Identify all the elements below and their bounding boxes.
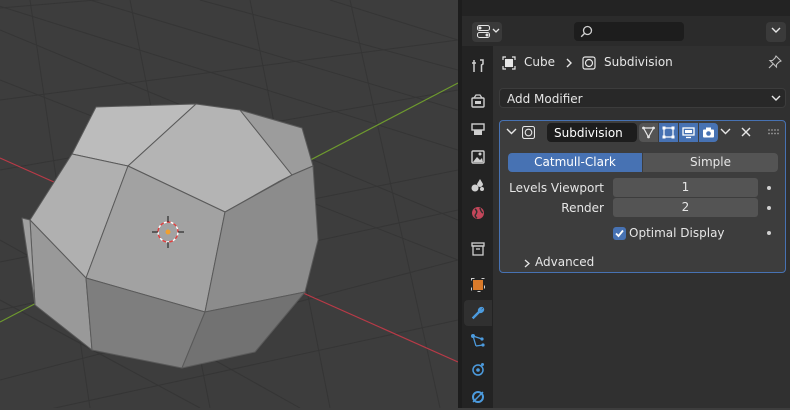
advanced-subpanel-header[interactable]: Advanced (535, 255, 594, 269)
modifier-subdivision-icon (522, 126, 535, 139)
tab-particles[interactable] (464, 328, 492, 354)
viewport-display-toggle[interactable] (679, 123, 698, 142)
cube-mesh[interactable] (21, 103, 319, 369)
tab-scene[interactable] (464, 172, 492, 198)
view-layer-icon (471, 150, 485, 164)
pin-icon[interactable] (768, 55, 782, 69)
optimal-display-label: Optimal Display (629, 226, 725, 240)
modifier-name: Subdivision (554, 126, 623, 140)
tab-modifiers[interactable] (464, 300, 492, 326)
tab-output[interactable] (464, 116, 492, 142)
chevron-right-icon (566, 58, 572, 68)
scene-icon (471, 179, 484, 192)
world-icon (472, 207, 484, 219)
tab-render[interactable] (464, 88, 492, 114)
subdivision-algorithm-selector: Catmull-Clark Simple (508, 153, 778, 172)
editor-type-button[interactable] (472, 22, 502, 42)
chevron-down-icon (492, 28, 500, 33)
edit-mode-toggle[interactable] (659, 123, 678, 142)
add-modifier-label: Add Modifier (507, 92, 583, 106)
object-square-icon (502, 56, 516, 70)
drag-handle-icon[interactable] (768, 129, 780, 135)
render-toggle[interactable] (699, 123, 718, 142)
tab-object[interactable] (464, 272, 492, 298)
keyframe-dot[interactable] (767, 206, 771, 210)
properties-tab-bar (462, 46, 493, 408)
render-levels-label: Render (561, 201, 604, 215)
keyframe-dot[interactable] (767, 231, 771, 235)
keyframe-dot[interactable] (767, 186, 771, 190)
modifier-name-field[interactable]: Subdivision (547, 123, 637, 142)
chevron-down-icon[interactable] (720, 128, 731, 136)
levels-viewport-row: Levels Viewport 1 (500, 178, 785, 197)
object-icon (471, 278, 485, 292)
chevron-down-icon[interactable] (506, 127, 517, 136)
breadcrumb-modifier: Subdivision (604, 55, 673, 69)
optimal-display-checkbox[interactable] (613, 227, 626, 240)
physics-icon (472, 363, 484, 376)
search-icon (580, 25, 593, 38)
render-levels-row: Render 2 (500, 198, 785, 217)
render-icon (471, 94, 485, 108)
tool-icon (472, 59, 484, 72)
search-input[interactable] (574, 22, 684, 41)
tab-world[interactable] (464, 200, 492, 226)
particles-icon (471, 334, 485, 347)
properties-editor-icon (477, 25, 490, 38)
chevron-down-icon (771, 27, 781, 33)
vertex-triangle-icon (642, 126, 655, 139)
properties-top-strip (462, 0, 790, 16)
properties-content: Cube Subdivision Add Modifier Subdivisio… (493, 46, 790, 408)
chevron-down-icon (771, 95, 781, 101)
monitor-icon (682, 127, 695, 139)
chevron-right-icon[interactable] (524, 259, 530, 268)
modifier-panel-subdivision: Subdivision Catmull-Clark Simple Levels … (499, 120, 786, 273)
tab-tool[interactable] (464, 53, 492, 79)
simple-option[interactable]: Simple (643, 153, 778, 172)
tab-collection[interactable] (464, 236, 492, 262)
catmull-clark-option[interactable]: Catmull-Clark (508, 153, 642, 172)
add-modifier-dropdown[interactable]: Add Modifier (499, 88, 786, 108)
render-levels-field[interactable]: 2 (613, 198, 758, 217)
viewport-scene (0, 0, 458, 408)
constraints-icon (472, 391, 484, 403)
properties-editor: Cube Subdivision Add Modifier Subdivisio… (462, 0, 790, 408)
tab-physics[interactable] (464, 356, 492, 382)
collection-icon (471, 242, 485, 256)
levels-viewport-field[interactable]: 1 (613, 178, 758, 197)
on-cage-toggle[interactable] (639, 123, 658, 142)
close-icon[interactable] (741, 127, 751, 137)
tab-constraints[interactable] (464, 384, 492, 410)
checkmark-icon (615, 229, 624, 238)
tab-view-layer[interactable] (464, 144, 492, 170)
3d-viewport[interactable] (0, 0, 458, 408)
camera-icon (703, 127, 714, 138)
levels-viewport-label: Levels Viewport (509, 181, 604, 195)
modifier-subdivision-icon (582, 56, 596, 70)
wrench-icon (471, 306, 485, 320)
header-options-dropdown[interactable] (766, 22, 786, 42)
edit-mode-icon (662, 126, 675, 139)
breadcrumb-object: Cube (524, 55, 555, 69)
output-icon (471, 123, 485, 135)
properties-header (462, 16, 790, 46)
breadcrumb: Cube Subdivision (499, 54, 779, 72)
